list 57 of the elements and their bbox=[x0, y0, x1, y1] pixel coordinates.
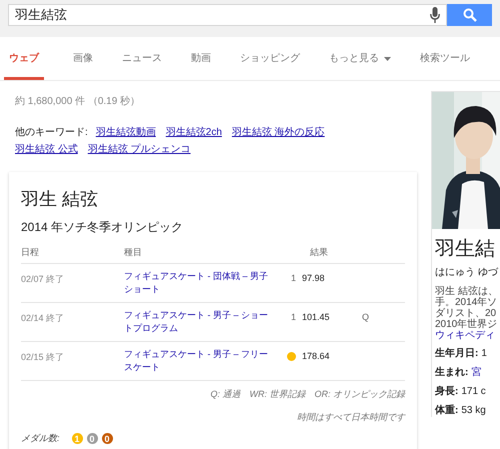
entity-reading: はにゅう ゆづ bbox=[435, 266, 500, 279]
event-link[interactable]: フィギュアスケート - 男子 – ショートプログラム bbox=[124, 309, 276, 335]
tab[interactable]: ウェブ bbox=[4, 37, 44, 80]
related-link[interactable]: 羽生結弦 海外の反応 bbox=[232, 125, 325, 139]
table-cell-text: 02/07 終了 bbox=[21, 273, 66, 286]
tab[interactable]: ショッピング bbox=[235, 37, 300, 80]
rank-number: 1 bbox=[290, 312, 296, 322]
description-text: 手。2014年ソ bbox=[435, 297, 498, 308]
entity-name: 羽生結 bbox=[435, 237, 496, 261]
medal-count: 1 bbox=[72, 433, 83, 444]
card-subtitle: 2014 年ソチ冬季オリンピック bbox=[21, 219, 184, 236]
event-link[interactable]: フィギュアスケート - 男子 – フリースケート bbox=[124, 348, 276, 374]
search-button[interactable] bbox=[447, 4, 492, 26]
search-icon bbox=[462, 8, 476, 22]
table-cell-text: 02/15 終了 bbox=[21, 351, 66, 364]
related-label: 他のキーワード: bbox=[15, 126, 88, 139]
column-header: 日程 bbox=[21, 246, 40, 259]
caret-icon bbox=[384, 57, 391, 61]
description-text: ダリスト、20 bbox=[435, 308, 498, 319]
medal-count: 0 bbox=[102, 433, 113, 444]
result-stats: 約 1,680,000 件 （0.19 秒） bbox=[15, 94, 142, 107]
search-field[interactable]: 羽生結弦 bbox=[8, 4, 447, 26]
related-link[interactable]: 羽生結弦 プルシェンコ bbox=[88, 142, 191, 156]
related-link[interactable]: 羽生結弦 公式 bbox=[15, 142, 78, 156]
fact-label: 体重: bbox=[435, 405, 458, 416]
tab[interactable]: 検索ツール bbox=[415, 37, 470, 80]
description-text: 羽生 結弦は、 bbox=[435, 286, 499, 297]
description-text: 2010年世界ジ bbox=[435, 319, 498, 330]
column-header: 結果 bbox=[310, 246, 328, 259]
fact-link[interactable]: 宮 bbox=[471, 367, 482, 378]
table-cell-text: 178.64 bbox=[301, 350, 331, 361]
event-link[interactable]: フィギュアスケート - 団体戦 – 男子ショート bbox=[124, 270, 276, 296]
fact-value: 171 c bbox=[461, 386, 486, 397]
microphone-icon[interactable] bbox=[430, 7, 440, 23]
table-cell-text: 97.98 bbox=[301, 272, 326, 283]
legend-text: Q: 通過 WR: 世界記録 OR: オリンピック記録 bbox=[21, 380, 405, 401]
timezone-note: 時間はすべて日本時間です bbox=[296, 411, 405, 424]
tab[interactable]: 動画 bbox=[186, 37, 211, 80]
fact-value: 53 kg bbox=[461, 405, 486, 416]
tab[interactable]: 画像 bbox=[68, 37, 93, 80]
table-cell-text: 101.45 bbox=[301, 311, 331, 322]
card-title: 羽生 結弦 bbox=[21, 188, 100, 210]
medal-label: メダル数: bbox=[21, 432, 60, 445]
related-link[interactable]: 羽生結弦2ch bbox=[166, 125, 222, 139]
table-cell: Q bbox=[362, 312, 370, 322]
related-link[interactable]: 羽生結弦動画 bbox=[96, 125, 156, 139]
tab[interactable]: ニュース bbox=[117, 37, 162, 80]
fact-label: 生まれ: bbox=[435, 367, 468, 378]
table-cell-text: 02/14 終了 bbox=[21, 312, 66, 325]
medal-count: 0 bbox=[86, 433, 98, 444]
column-header: 種目 bbox=[124, 246, 143, 259]
fact-label: 生年月日: bbox=[435, 348, 478, 359]
tab[interactable]: もっと見る bbox=[324, 37, 391, 80]
rank-number: 1 bbox=[290, 273, 296, 283]
wikipedia-link[interactable]: ウィキペディ bbox=[435, 330, 500, 341]
fact-value: 1 bbox=[481, 348, 487, 359]
fact-label: 身長: bbox=[435, 386, 458, 397]
